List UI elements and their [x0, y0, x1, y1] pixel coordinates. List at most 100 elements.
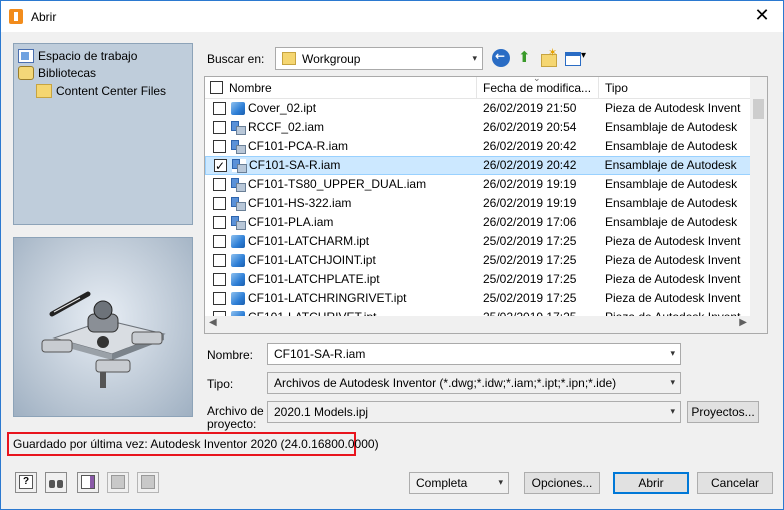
- row-checkbox[interactable]: [213, 197, 226, 210]
- row-checkbox[interactable]: [213, 102, 226, 115]
- row-checkbox[interactable]: [213, 235, 226, 248]
- look-in-dropdown[interactable]: Workgroup ▾: [275, 47, 483, 70]
- file-date: 26/02/2019 19:19: [483, 196, 577, 210]
- file-type: Pieza de Autodesk Invent: [605, 101, 741, 115]
- file-name: Cover_02.ipt: [248, 101, 317, 115]
- project-file-value: 2020.1 Models.ipj: [274, 405, 369, 419]
- file-name: CF101-HS-322.iam: [248, 196, 352, 210]
- name-label: Nombre:: [207, 348, 254, 362]
- scroll-right-icon[interactable]: ▶: [739, 317, 747, 328]
- row-checkbox[interactable]: [213, 121, 226, 134]
- file-row[interactable]: CF101-LATCHARM.ipt 25/02/2019 17:25 Pieza …: [205, 232, 751, 251]
- file-row[interactable]: CF101-PLA.iam 26/02/2019 17:06 Ensamblaje …: [205, 213, 751, 232]
- inventor-app-icon: [9, 9, 23, 24]
- close-icon[interactable]: ✕: [751, 5, 773, 27]
- row-checkbox[interactable]: [213, 178, 226, 191]
- help-button[interactable]: ?: [15, 472, 37, 493]
- window-title: Abrir: [31, 10, 57, 24]
- disabled-tool-button-2[interactable]: [137, 472, 159, 493]
- file-list: Nombre ⌄ Fecha de modifica... Tipo Cover…: [204, 76, 768, 334]
- file-date: 25/02/2019 17:25: [483, 234, 577, 248]
- open-button[interactable]: Abrir: [613, 472, 689, 494]
- file-date: 26/02/2019 20:42: [483, 139, 577, 153]
- file-row[interactable]: CF101-LATCHJOINT.ipt 25/02/2019 17:25 Piez…: [205, 251, 751, 270]
- file-type: Pieza de Autodesk Invent: [605, 291, 741, 305]
- select-all-checkbox[interactable]: [210, 81, 223, 94]
- file-name-cell: Cover_02.ipt: [205, 99, 477, 118]
- chevron-down-icon: ▾: [670, 349, 675, 359]
- column-header-date[interactable]: ⌄ Fecha de modifica...: [477, 77, 599, 99]
- projects-button[interactable]: Proyectos...: [687, 401, 759, 423]
- file-name-cell: RCCF_02.iam: [205, 118, 477, 137]
- cancel-button[interactable]: Cancelar: [697, 472, 773, 494]
- view-menu-icon[interactable]: [564, 49, 590, 67]
- scrollbar-thumb[interactable]: [753, 99, 764, 119]
- open-mode-dropdown[interactable]: Completa ▾: [409, 472, 509, 494]
- file-name: CF101-LATCHPLATE.ipt: [248, 272, 380, 286]
- file-type-value: Archivos de Autodesk Inventor (*.dwg;*.i…: [274, 376, 617, 390]
- project-file-dropdown[interactable]: 2020.1 Models.ipj ▾: [267, 401, 681, 423]
- find-button[interactable]: [45, 472, 67, 493]
- last-saved-info: Guardado por última vez: Autodesk Invent…: [7, 432, 379, 456]
- row-checkbox[interactable]: [213, 254, 226, 267]
- disabled-tool-icon: [141, 475, 155, 489]
- vertical-scrollbar[interactable]: [750, 77, 767, 317]
- file-name-cell: CF101-TS80_UPPER_DUAL.iam: [205, 175, 477, 194]
- column-type-label: Tipo: [605, 81, 628, 95]
- file-rows: Cover_02.ipt 26/02/2019 21:50 Pieza de Aut…: [205, 99, 751, 327]
- document-icon: [81, 475, 95, 489]
- file-row[interactable]: CF101-PCA-R.iam 26/02/2019 20:42 Ensamblaj…: [205, 137, 751, 156]
- file-name: CF101-LATCHJOINT.ipt: [248, 253, 376, 267]
- part-file-icon: [231, 292, 245, 305]
- back-icon[interactable]: [492, 49, 510, 67]
- file-name: CF101-LATCHRINGRIVET.ipt: [248, 291, 407, 305]
- file-name-cell: CF101-PLA.iam: [205, 213, 477, 232]
- file-type: Pieza de Autodesk Invent: [605, 234, 741, 248]
- chevron-down-icon: ▾: [670, 378, 675, 388]
- file-row[interactable]: CF101-TS80_UPPER_DUAL.iam 26/02/2019 19:1…: [205, 175, 751, 194]
- sort-arrow-icon: ⌄: [533, 77, 541, 84]
- open-dialog: Abrir ✕ Espacio de trabajo Bibliotecas C…: [0, 0, 784, 510]
- type-label: Tipo:: [207, 377, 234, 391]
- file-type: Ensamblaje de Autodesk: [605, 120, 738, 134]
- file-type-dropdown[interactable]: Archivos de Autodesk Inventor (*.dwg;*.i…: [267, 372, 681, 394]
- folder-icon: [36, 83, 52, 98]
- new-folder-icon[interactable]: [539, 46, 557, 67]
- options-button[interactable]: Opciones...: [524, 472, 600, 494]
- file-name-cell: CF101-LATCHPLATE.ipt: [205, 270, 477, 289]
- file-name-cell: CF101-LATCHARM.ipt: [205, 232, 477, 251]
- file-row[interactable]: CF101-HS-322.iam 26/02/2019 19:19 Ensambla…: [205, 194, 751, 213]
- file-name-field[interactable]: CF101-SA-R.iam ▾: [267, 343, 681, 365]
- place-content-center[interactable]: Content Center Files: [36, 82, 166, 99]
- up-folder-icon[interactable]: [516, 48, 534, 67]
- file-row[interactable]: Cover_02.ipt 26/02/2019 21:50 Pieza de Aut…: [205, 99, 751, 118]
- row-checkbox[interactable]: [213, 273, 226, 286]
- project-label-line1: Archivo de: [207, 404, 264, 418]
- file-name-value: CF101-SA-R.iam: [274, 347, 366, 361]
- scroll-left-icon[interactable]: ◀: [209, 317, 217, 328]
- column-header-type[interactable]: Tipo: [599, 77, 751, 99]
- file-info-button[interactable]: [77, 472, 99, 493]
- disabled-tool-button-1[interactable]: [107, 472, 129, 493]
- file-preview: [13, 237, 193, 417]
- chevron-down-icon: ▾: [670, 407, 675, 417]
- file-row[interactable]: CF101-SA-R.iam 26/02/2019 20:42 Ensamblaje…: [205, 156, 751, 176]
- place-libraries[interactable]: Bibliotecas: [18, 64, 96, 81]
- file-date: 26/02/2019 19:19: [483, 177, 577, 191]
- file-row[interactable]: CF101-LATCHPLATE.ipt 25/02/2019 17:25 Piez…: [205, 270, 751, 289]
- file-row[interactable]: CF101-LATCHRINGRIVET.ipt 25/02/2019 17:25…: [205, 289, 751, 308]
- row-checkbox[interactable]: [213, 140, 226, 153]
- file-row[interactable]: RCCF_02.iam 26/02/2019 20:54 Ensamblaje de…: [205, 118, 751, 137]
- row-checkbox[interactable]: [214, 157, 227, 176]
- file-type: Ensamblaje de Autodesk: [605, 215, 738, 229]
- row-checkbox[interactable]: [213, 216, 226, 229]
- open-mode-value: Completa: [416, 476, 468, 490]
- file-type: Pieza de Autodesk Invent: [605, 272, 741, 286]
- file-name: CF101-LATCHARM.ipt: [248, 234, 370, 248]
- row-checkbox[interactable]: [213, 292, 226, 305]
- project-label-line2: proyecto:: [207, 417, 257, 431]
- place-workspace[interactable]: Espacio de trabajo: [18, 47, 137, 64]
- column-header-name[interactable]: Nombre: [205, 77, 477, 99]
- assembly-preview-image: [41, 291, 166, 388]
- horizontal-scrollbar[interactable]: ◀ ▶: [205, 316, 767, 333]
